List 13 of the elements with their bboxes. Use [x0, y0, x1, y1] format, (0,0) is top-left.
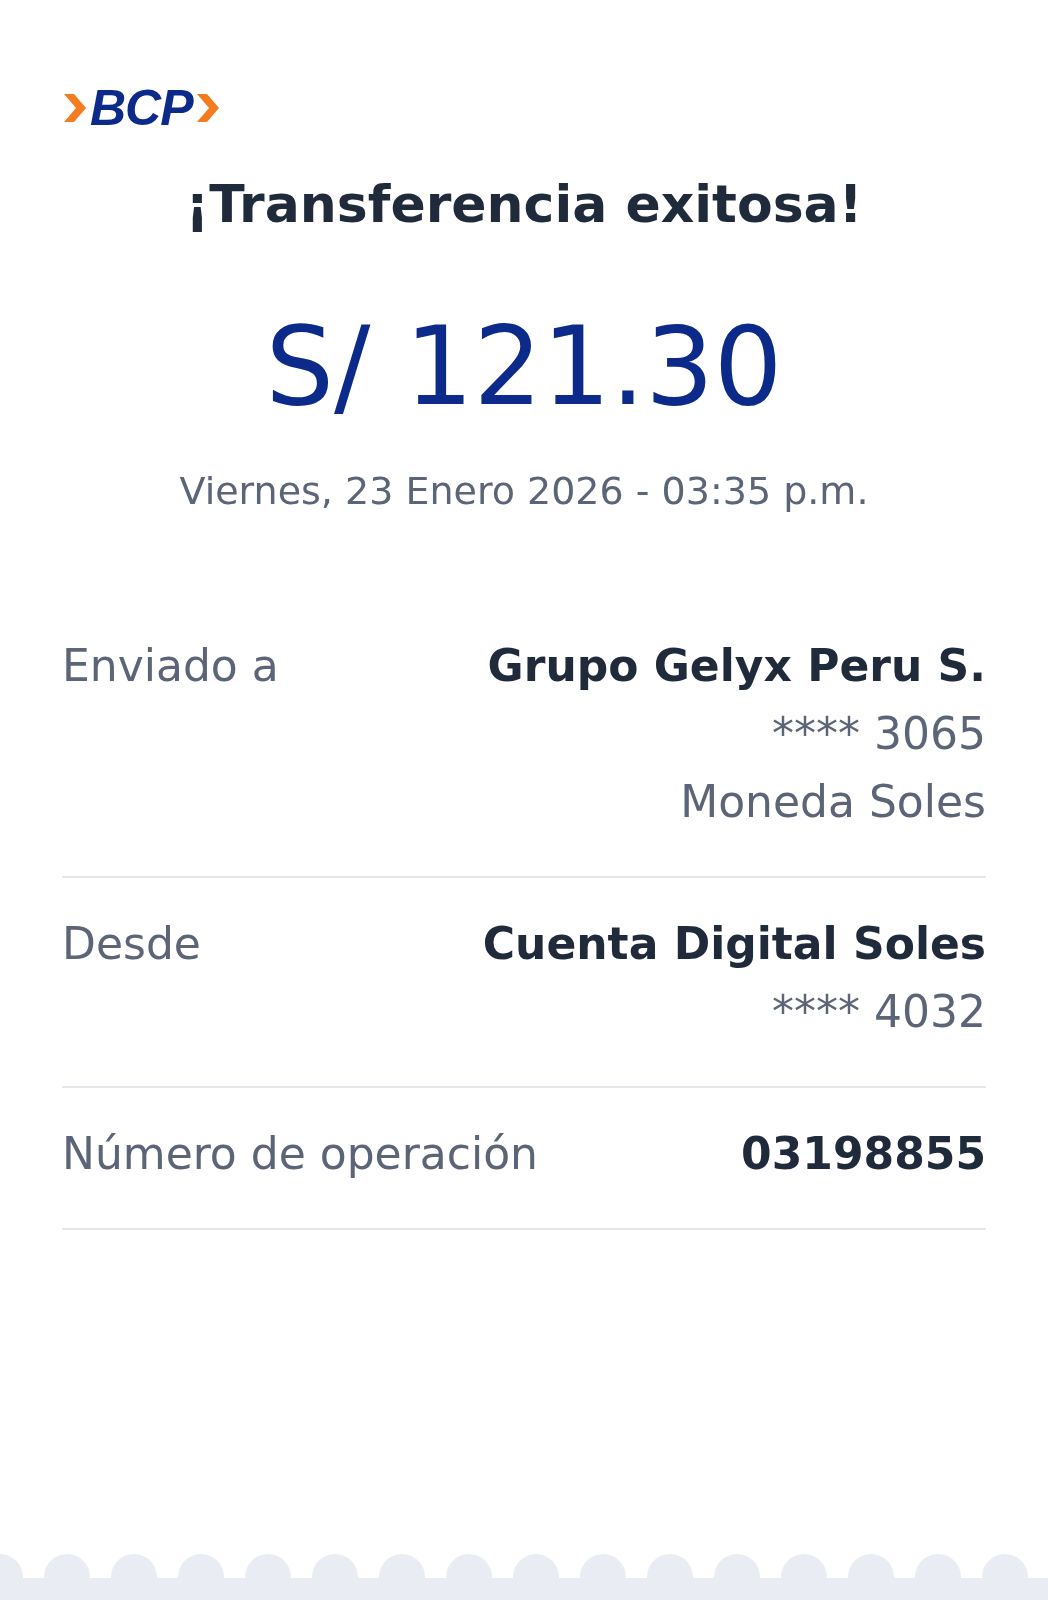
field-label: Número de operación — [62, 1127, 538, 1181]
field-detail: **** 3065 — [772, 707, 986, 761]
field-value: 03198855 — [741, 1127, 986, 1181]
field-value: Cuenta Digital Soles — [482, 917, 986, 971]
date-time: Viernes, 23 Enero 2026 - 03:35 p.m. — [178, 468, 870, 515]
field-detail: **** 4032 — [772, 985, 986, 1039]
field-label: Enviado a — [62, 639, 279, 693]
title: ¡Transferencia exitosa! — [184, 173, 864, 236]
amount: S/ 121.30 — [264, 313, 784, 421]
logo: BCP — [90, 83, 193, 133]
field-detail: Moneda Soles — [680, 775, 986, 829]
field-label: Desde — [62, 917, 201, 971]
field-value: Grupo Gelyx Peru S. — [487, 639, 986, 693]
